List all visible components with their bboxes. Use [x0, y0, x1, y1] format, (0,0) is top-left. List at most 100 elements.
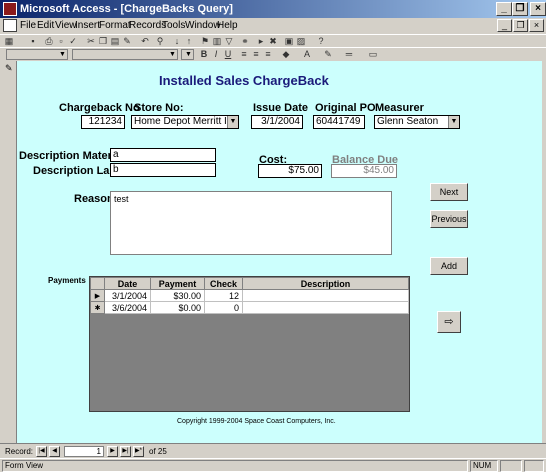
header-description[interactable]: Description: [242, 277, 409, 290]
row-selector-current-icon[interactable]: ▶: [90, 289, 105, 302]
menu-help[interactable]: Help: [217, 20, 238, 31]
cell-check[interactable]: 0: [204, 301, 243, 314]
next-button[interactable]: Next: [430, 183, 468, 201]
fill-color-icon[interactable]: ◆: [281, 49, 291, 59]
format-painter-icon[interactable]: ✎: [122, 36, 132, 46]
menu-window[interactable]: Window: [185, 20, 221, 31]
cell-date[interactable]: 3/6/2004: [104, 301, 151, 314]
find-icon[interactable]: ⚭: [240, 36, 250, 46]
cell-payment[interactable]: $30.00: [150, 289, 205, 302]
bold-icon[interactable]: B: [199, 49, 209, 59]
header-check[interactable]: Check: [204, 277, 243, 290]
align-right-icon[interactable]: ≡: [263, 49, 273, 59]
cell-date[interactable]: 3/1/2004: [104, 289, 151, 302]
status-bar: Form View NUM: [0, 458, 546, 472]
row-selector-new-icon[interactable]: ✱: [90, 301, 105, 314]
font-name-dropdown[interactable]: ▼: [72, 49, 178, 60]
record-navigation-bar: Record: |◀ ◀ 1 ▶ ▶| ▶* of 25: [0, 443, 546, 458]
line-color-icon[interactable]: ✎: [323, 49, 333, 59]
chevron-down-icon[interactable]: ▼: [448, 116, 459, 128]
measurer-dropdown[interactable]: Glenn Seaton ▼: [374, 115, 460, 129]
view-icon[interactable]: ▦: [4, 36, 14, 46]
header-payment[interactable]: Payment: [150, 277, 205, 290]
exit-button[interactable]: ⇨: [437, 311, 461, 333]
save-icon[interactable]: ▪: [28, 36, 38, 46]
form-doc-icon[interactable]: [3, 19, 17, 32]
table-row[interactable]: ▶ 3/1/2004 $30.00 12: [90, 289, 409, 302]
cell-payment[interactable]: $0.00: [150, 301, 205, 314]
description-labor-field[interactable]: b: [110, 163, 216, 177]
mdi-close-button[interactable]: ×: [529, 19, 544, 32]
store-no-dropdown[interactable]: Home Depot Merritt Isla ▼: [131, 115, 239, 129]
apply-filter-icon[interactable]: ▽: [224, 36, 234, 46]
minimize-button[interactable]: _: [496, 2, 512, 16]
new-record-icon[interactable]: ▸: [256, 36, 266, 46]
database-window-icon[interactable]: ▣: [284, 36, 294, 46]
undo-icon[interactable]: ↶: [140, 36, 150, 46]
previous-button[interactable]: Previous: [430, 210, 468, 228]
paste-icon[interactable]: ▤: [110, 36, 120, 46]
align-left-icon[interactable]: ≡: [239, 49, 249, 59]
new-object-icon[interactable]: ▨: [296, 36, 306, 46]
spelling-icon[interactable]: ✓: [68, 36, 78, 46]
menu-view[interactable]: View: [55, 20, 77, 31]
filter-selection-icon[interactable]: ⚑: [200, 36, 210, 46]
font-size-dropdown[interactable]: ▼: [181, 49, 194, 60]
record-selector[interactable]: ✎: [3, 61, 17, 443]
print-icon[interactable]: ⎙: [44, 36, 54, 46]
filter-form-icon[interactable]: ▥: [212, 36, 222, 46]
form-detail: Installed Sales ChargeBack Chargeback No…: [17, 61, 542, 443]
first-record-button[interactable]: |◀: [36, 446, 47, 457]
cell-description[interactable]: [242, 301, 409, 314]
hyperlink-icon[interactable]: ⚲: [155, 36, 165, 46]
access-app-icon[interactable]: [3, 2, 17, 16]
cell-description[interactable]: [242, 289, 409, 302]
chevron-down-icon[interactable]: ▼: [227, 116, 238, 128]
new-record-button[interactable]: ▶*: [133, 446, 144, 457]
original-po-field[interactable]: 60441749: [313, 115, 365, 129]
menu-insert[interactable]: Insert: [75, 20, 100, 31]
chevron-down-icon: ▼: [185, 51, 192, 58]
mdi-minimize-button[interactable]: _: [497, 19, 512, 32]
last-record-button[interactable]: ▶|: [120, 446, 131, 457]
balance-due-field: $45.00: [331, 164, 397, 178]
header-date[interactable]: Date: [104, 277, 151, 290]
object-dropdown[interactable]: ▼: [6, 49, 68, 60]
special-effect-icon[interactable]: ▭: [368, 49, 378, 59]
help-icon[interactable]: ?: [316, 36, 326, 46]
sort-desc-icon[interactable]: ↑: [184, 36, 194, 46]
previous-record-button[interactable]: ◀: [49, 446, 60, 457]
close-button[interactable]: ×: [530, 2, 546, 16]
description-materials-field[interactable]: a: [110, 148, 216, 162]
add-button[interactable]: Add: [430, 257, 468, 275]
table-row[interactable]: ✱ 3/6/2004 $0.00 0: [90, 301, 409, 314]
window-titlebar: Microsoft Access - [ChargeBacks Query] _…: [0, 0, 546, 18]
payments-subform[interactable]: Date Payment Check Description ▶ 3/1/200…: [89, 276, 410, 412]
issue-date-field[interactable]: 3/1/2004: [251, 115, 303, 129]
reason-textarea[interactable]: test: [110, 191, 392, 255]
cell-check[interactable]: 12: [204, 289, 243, 302]
sort-asc-icon[interactable]: ↓: [172, 36, 182, 46]
print-preview-icon[interactable]: ▫: [56, 36, 66, 46]
copy-icon[interactable]: ❐: [98, 36, 108, 46]
menu-records[interactable]: Records: [129, 20, 166, 31]
cut-icon[interactable]: ✂: [86, 36, 96, 46]
current-record-field[interactable]: 1: [64, 446, 104, 457]
line-width-icon[interactable]: ═: [344, 49, 354, 59]
font-color-icon[interactable]: A: [302, 49, 312, 59]
next-record-button[interactable]: ▶: [107, 446, 118, 457]
delete-record-icon[interactable]: ✖: [268, 36, 278, 46]
menu-file[interactable]: File: [20, 20, 36, 31]
menu-format[interactable]: Format: [99, 20, 131, 31]
cost-field[interactable]: $75.00: [258, 164, 322, 178]
chargeback-no-label: Chargeback No: [59, 102, 140, 114]
chargeback-no-field[interactable]: 121234: [81, 115, 125, 129]
menu-tools[interactable]: Tools: [162, 20, 185, 31]
align-center-icon[interactable]: ≡: [251, 49, 261, 59]
form-title-text: Installed Sales ChargeBack: [159, 73, 329, 88]
menu-edit[interactable]: Edit: [37, 20, 54, 31]
italic-icon[interactable]: I: [211, 49, 221, 59]
restore-button[interactable]: ❐: [512, 2, 528, 16]
mdi-restore-button[interactable]: ❐: [513, 19, 528, 32]
underline-icon[interactable]: U: [223, 49, 233, 59]
